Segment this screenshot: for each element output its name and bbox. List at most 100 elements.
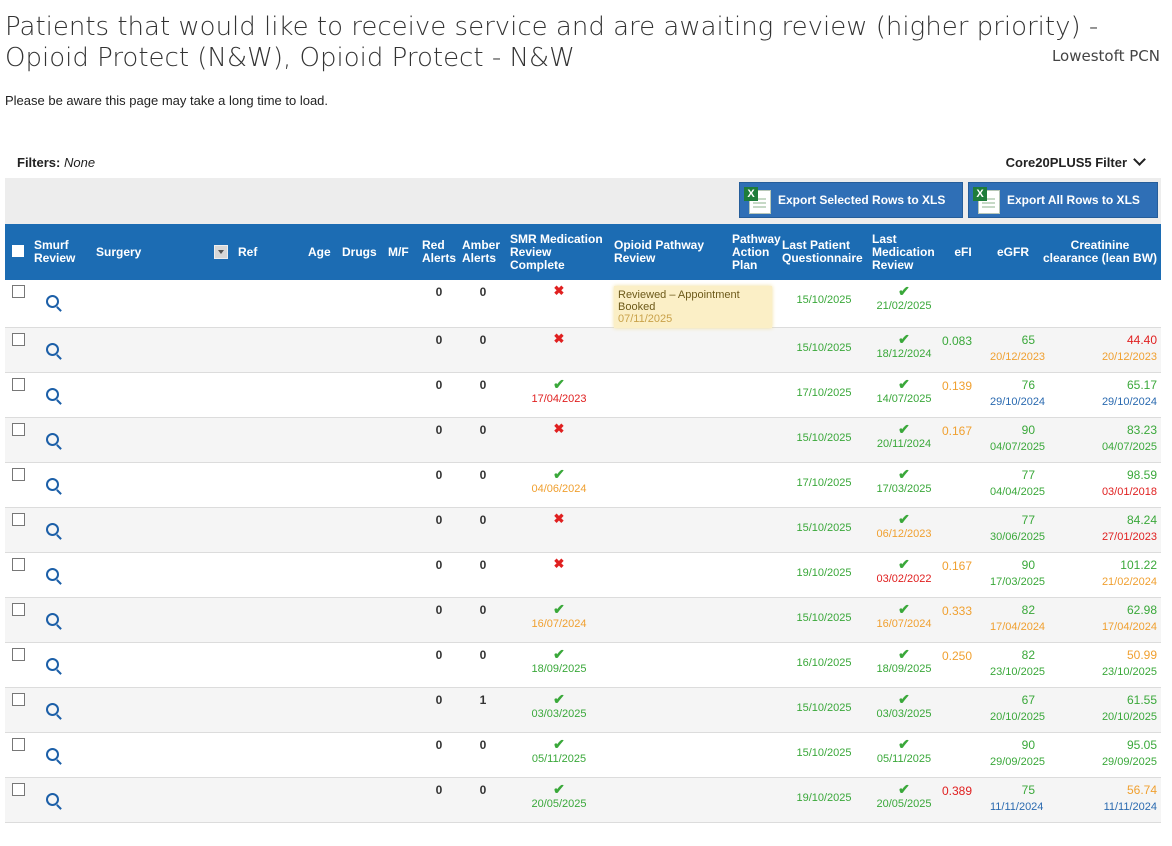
page-title: Patients that would like to receive serv… (5, 12, 1099, 73)
mf-cell (385, 553, 419, 598)
pathway-cell (729, 328, 779, 373)
row-checkbox[interactable] (12, 738, 25, 751)
select-all-checkbox[interactable] (12, 244, 24, 257)
smurf-cell (31, 643, 93, 688)
egfr-value: 90 (1021, 558, 1035, 572)
tick-icon: ✔ (898, 283, 910, 299)
row-checkbox[interactable] (12, 783, 25, 796)
lmr-cell: ✔ 16/07/2024 (869, 598, 939, 643)
row-select-cell (5, 598, 31, 643)
tick-icon: ✔ (898, 601, 910, 617)
filter-spacer-cell (211, 598, 235, 643)
filters-label: Filters: (17, 155, 61, 170)
red-alerts-cell: 0 (435, 648, 443, 662)
search-icon[interactable] (46, 433, 59, 446)
efi-cell: 0.083 (939, 328, 987, 373)
red-alerts-cell: 0 (435, 783, 443, 797)
row-select-cell (5, 508, 31, 553)
row-checkbox[interactable] (12, 378, 25, 391)
pathway-cell (729, 733, 779, 778)
search-icon[interactable] (46, 523, 59, 536)
col-smurf[interactable]: Smurf Review (31, 224, 93, 280)
lpq-cell: 17/10/2025 (796, 387, 852, 399)
search-icon[interactable] (46, 703, 59, 716)
lmr-cell: ✔ 03/02/2022 (869, 553, 939, 598)
smr-cell: ✖ (507, 328, 611, 373)
col-ref[interactable]: Ref (235, 224, 305, 280)
search-icon[interactable] (46, 748, 59, 761)
drugs-cell (339, 463, 385, 508)
drugs-cell (339, 373, 385, 418)
col-amber-alerts[interactable]: Amber Alerts (459, 224, 507, 280)
smr-date: 05/11/2025 (531, 753, 587, 765)
export-all-button[interactable]: X Export All Rows to XLS (968, 182, 1158, 218)
export-selected-label: Export Selected Rows to XLS (778, 193, 946, 207)
pathway-cell (729, 553, 779, 598)
egfr-date: 04/04/2025 (990, 486, 1046, 498)
ref-cell (235, 280, 305, 328)
row-checkbox[interactable] (12, 423, 25, 436)
red-alerts-cell: 0 (435, 333, 443, 347)
search-icon[interactable] (46, 613, 59, 626)
chevron-down-icon (1133, 153, 1146, 166)
ref-cell (235, 553, 305, 598)
amber-alerts-cell: 0 (479, 738, 487, 752)
col-lmr[interactable]: Last Medication Review (869, 224, 939, 280)
lmr-date: 05/11/2025 (876, 753, 932, 765)
opioid-status: Reviewed – Appointment Booked (618, 289, 740, 313)
row-checkbox[interactable] (12, 285, 25, 298)
search-icon[interactable] (46, 793, 59, 806)
col-mf[interactable]: M/F (385, 224, 419, 280)
surgery-cell (93, 688, 211, 733)
creatinine-cell: 61.55 20/10/2025 (1039, 688, 1161, 733)
surgery-cell (93, 643, 211, 688)
col-smr[interactable]: SMR Medication Review Complete (507, 224, 611, 280)
search-icon[interactable] (46, 478, 59, 491)
red-alerts-cell: 0 (435, 693, 443, 707)
col-drugs[interactable]: Drugs (339, 224, 385, 280)
col-red-alerts[interactable]: Red Alerts (419, 224, 459, 280)
row-checkbox[interactable] (12, 693, 25, 706)
smurf-cell (31, 553, 93, 598)
col-egfr[interactable]: eGFR (987, 224, 1039, 280)
mf-cell (385, 328, 419, 373)
row-checkbox[interactable] (12, 603, 25, 616)
amber-alerts-cell: 0 (479, 423, 487, 437)
row-checkbox[interactable] (12, 513, 25, 526)
table-row: 0 0 ✖ 19/10/2025 ✔ 03/02/2022 0.167 90 17/03/202… (5, 553, 1161, 598)
search-icon[interactable] (46, 295, 59, 308)
creatinine-value: 56.74 (1126, 783, 1157, 797)
tick-icon: ✔ (898, 646, 910, 662)
red-alerts-cell: 0 (435, 285, 443, 299)
filter-dropdown-icon[interactable] (214, 245, 228, 259)
search-icon[interactable] (46, 568, 59, 581)
mf-cell (385, 508, 419, 553)
export-selected-button[interactable]: X Export Selected Rows to XLS (739, 182, 963, 218)
row-checkbox[interactable] (12, 468, 25, 481)
col-opioid[interactable]: Opioid Pathway Review (611, 224, 729, 280)
col-efi[interactable]: eFI (939, 224, 987, 280)
tick-icon: ✔ (553, 781, 565, 797)
col-lpq[interactable]: Last Patient Questionnaire (779, 224, 869, 280)
row-checkbox[interactable] (12, 558, 25, 571)
col-creatinine[interactable]: Creatinine clearance (lean BW) (1039, 224, 1161, 280)
surgery-cell (93, 328, 211, 373)
smr-cell: ✔ 17/04/2023 (507, 373, 611, 418)
search-icon[interactable] (46, 388, 59, 401)
col-pathway[interactable]: Pathway Action Plan (729, 224, 781, 280)
col-age[interactable]: Age (305, 224, 339, 280)
creatinine-date: 29/10/2024 (1101, 396, 1157, 408)
col-surgery[interactable]: Surgery (93, 224, 211, 280)
opioid-cell: Reviewed – Appointment Booked 07/11/2025 (611, 280, 772, 328)
efi-cell: 0.167 (939, 418, 987, 463)
tick-icon: ✔ (553, 646, 565, 662)
efi-cell (939, 733, 987, 778)
core20plus5-filter-toggle[interactable]: Core20PLUS5 Filter (1006, 153, 1146, 170)
search-icon[interactable] (46, 658, 59, 671)
search-icon[interactable] (46, 343, 59, 356)
age-cell (305, 508, 339, 553)
lmr-date: 17/03/2025 (876, 483, 932, 495)
row-checkbox[interactable] (12, 333, 25, 346)
tick-icon: ✔ (898, 466, 910, 482)
row-checkbox[interactable] (12, 648, 25, 661)
